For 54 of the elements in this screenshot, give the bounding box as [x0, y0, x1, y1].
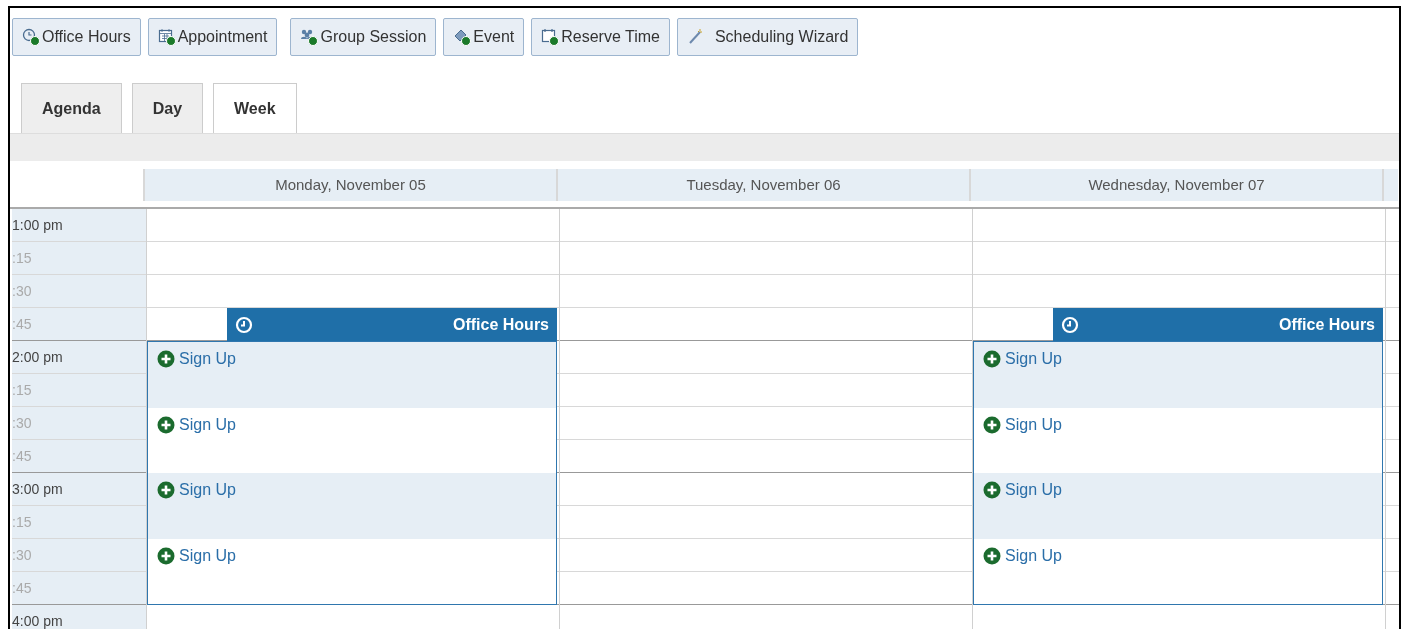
day-header: Tuesday, November 06 — [556, 169, 969, 201]
toolbar-button[interactable]: Scheduling Wizard — [676, 18, 859, 56]
time-label: :45 — [12, 578, 32, 598]
view-tab[interactable]: Day — [131, 83, 204, 133]
day-header — [1382, 169, 1398, 201]
sign-up-link[interactable]: Sign Up — [983, 412, 1062, 437]
time-label: 2:00 pm — [12, 347, 63, 367]
time-label: :30 — [12, 545, 32, 565]
plus-circle-icon — [983, 481, 1001, 499]
event-title: Office Hours — [1279, 314, 1375, 335]
plus-circle-icon — [983, 546, 1001, 565]
plus-circle-icon — [157, 481, 175, 499]
people-add-icon — [300, 28, 319, 46]
day-header: Monday, November 05 — [143, 169, 556, 201]
toolbar-button[interactable]: Event — [443, 18, 525, 56]
sign-up-link[interactable]: Sign Up — [157, 412, 236, 437]
sign-up-link[interactable]: Sign Up — [983, 543, 1062, 568]
sign-up-link[interactable]: Sign Up — [157, 478, 236, 502]
plus-circle-icon — [157, 350, 175, 368]
ticket-add-icon — [453, 28, 472, 46]
view-tab[interactable]: Agenda — [21, 83, 122, 133]
wand-icon — [686, 28, 705, 46]
time-label: :15 — [12, 248, 32, 268]
time-label: :45 — [12, 446, 32, 466]
calendar-add-icon — [157, 28, 176, 46]
time-label: :45 — [12, 314, 32, 334]
time-label: :15 — [12, 512, 32, 532]
toolbar-button[interactable]: Appointment — [147, 18, 278, 56]
time-label: :15 — [12, 380, 32, 400]
toolbar-button[interactable]: Reserve Time — [531, 18, 670, 56]
plus-circle-icon — [983, 350, 1001, 368]
sign-up-link[interactable]: Sign Up — [157, 543, 236, 568]
sign-up-link[interactable]: Sign Up — [983, 478, 1062, 502]
plus-circle-icon — [983, 415, 1001, 434]
toolbar-button[interactable]: Group Session — [290, 18, 437, 56]
event-title: Office Hours — [453, 314, 549, 335]
clock-add-icon — [22, 28, 40, 46]
time-label: :30 — [12, 281, 32, 301]
time-label: 3:00 pm — [12, 479, 63, 499]
sign-up-link[interactable]: Sign Up — [983, 347, 1062, 371]
time-label: 4:00 pm — [12, 611, 63, 629]
clock-icon — [1061, 315, 1079, 334]
day-header: Wednesday, November 07 — [969, 169, 1382, 201]
event-header[interactable]: Office Hours — [1053, 308, 1383, 341]
sign-up-link[interactable]: Sign Up — [157, 347, 236, 371]
time-label: 1:00 pm — [12, 215, 63, 235]
time-label: :30 — [12, 413, 32, 433]
calendar-add-icon — [541, 28, 560, 46]
plus-circle-icon — [157, 415, 175, 434]
view-tab[interactable]: Week — [213, 83, 297, 133]
clock-icon — [235, 315, 253, 334]
plus-circle-icon — [157, 546, 175, 565]
toolbar-button[interactable]: Office Hours — [12, 18, 141, 56]
event-header[interactable]: Office Hours — [227, 308, 557, 341]
